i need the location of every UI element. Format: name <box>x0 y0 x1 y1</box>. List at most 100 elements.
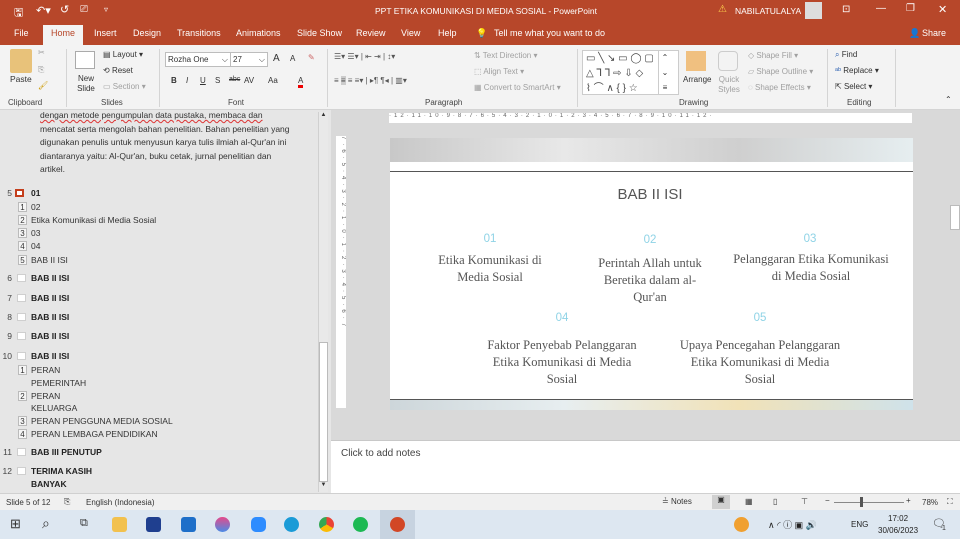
avatar[interactable] <box>805 2 822 19</box>
outline-bullet[interactable]: BAB II ISI <box>31 255 68 265</box>
alignment-icons[interactable]: ≡ ≡ ≡ ≡▾ | ▸¶ ¶◂ | ▥▾ <box>334 76 407 85</box>
outline-slide-title[interactable]: BAB II ISI <box>31 312 69 322</box>
character-spacing-button[interactable]: AV <box>244 76 254 85</box>
slideshow-icon[interactable]: ⊤ <box>801 497 808 506</box>
scroll-thumb[interactable] <box>319 342 328 482</box>
find-button[interactable]: ⌕ Find <box>835 50 857 60</box>
share-button[interactable]: Share <box>922 28 946 38</box>
paste-icon[interactable] <box>10 49 32 73</box>
shadow-button[interactable]: S <box>215 76 220 85</box>
outline-slide-title[interactable]: BAB II ISI <box>31 293 69 303</box>
reset-button[interactable]: ⟲ Reset <box>103 66 133 75</box>
shape-effects-button[interactable]: ◌ Shape Effects ▾ <box>748 83 811 92</box>
quick-styles-icon[interactable] <box>718 51 738 71</box>
windows-start-icon[interactable]: ⊞ <box>10 516 21 532</box>
normal-view-icon[interactable]: ▣ <box>712 495 730 509</box>
outline-bullet[interactable]: 04 <box>31 241 40 251</box>
language-status[interactable]: English (Indonesia) <box>86 498 154 507</box>
outline-slide-title[interactable]: BAB II ISI <box>31 331 69 341</box>
input-language[interactable]: ENG <box>851 520 868 529</box>
outline-paragraph[interactable]: dengan metode pengumpulan data pustaka, … <box>40 110 290 177</box>
italic-button[interactable]: I <box>186 76 188 85</box>
start-from-beginning-icon[interactable]: ⎚ <box>80 4 88 15</box>
scroll-up-icon[interactable]: ▲ <box>319 112 328 122</box>
slide-thumb-6[interactable] <box>17 274 26 282</box>
store-icon[interactable] <box>146 517 161 532</box>
text-direction-button[interactable]: ⇅ Text Direction ▾ <box>474 51 538 60</box>
zoom-in-button[interactable]: + <box>906 496 911 505</box>
paint-app-icon[interactable] <box>215 517 230 532</box>
edge-icon[interactable] <box>284 517 299 532</box>
restore-button[interactable]: ❐ <box>906 3 915 14</box>
slide-thumb-8[interactable] <box>17 313 26 321</box>
layout-button[interactable]: ▤ Layout ▾ <box>103 50 143 59</box>
zoom-level[interactable]: 78% <box>922 498 938 507</box>
shapes-scroll[interactable]: ⌃ ⌄ ≡ <box>658 50 671 95</box>
font-name-select[interactable]: Rozha One ⌵ <box>165 52 231 67</box>
shape-fill-button[interactable]: ◇ Shape Fill ▾ <box>748 51 798 60</box>
quick-styles-button[interactable]: Quick Styles <box>715 75 743 95</box>
outline-bullet[interactable]: PERAN <box>31 365 60 375</box>
zoom-slider-thumb[interactable] <box>860 497 863 507</box>
item-text[interactable]: Upaya Pencegahan Pelanggaran Etika Komun… <box>676 337 844 388</box>
notes-placeholder[interactable]: Click to add notes <box>341 448 421 459</box>
outline-slide-title[interactable]: TERIMA KASIH <box>31 466 92 476</box>
scroll-down-icon[interactable]: ▼ <box>319 482 328 492</box>
fit-slide-icon[interactable]: ⛶ <box>947 497 953 507</box>
task-view-icon[interactable]: ⧉ <box>80 517 88 530</box>
share-icon[interactable]: 👤 <box>909 28 920 39</box>
outline-bullet[interactable]: Etika Komunikasi di Media Sosial <box>31 215 156 225</box>
notes-button[interactable]: ≟ Notes <box>662 497 692 506</box>
outline-bullet-cont[interactable]: KELUARGA <box>31 403 77 413</box>
tab-view[interactable]: View <box>401 28 420 38</box>
shrink-font-button[interactable]: A <box>290 54 295 63</box>
outline-scrollbar[interactable]: ▲ ▼ <box>318 112 328 492</box>
slide-thumb-11[interactable] <box>17 448 26 456</box>
spotify-icon[interactable] <box>353 517 368 532</box>
warning-icon[interactable]: ⚠ <box>718 4 727 15</box>
tab-help[interactable]: Help <box>438 28 457 38</box>
slide-sorter-icon[interactable]: ▦ <box>745 497 753 506</box>
slide-thumb-12[interactable] <box>17 467 26 475</box>
item-text[interactable]: Faktor Penyebab Pelanggaran Etika Komuni… <box>478 337 646 388</box>
outline-bullet[interactable]: 03 <box>31 228 40 238</box>
slide-title[interactable]: BAB II ISI <box>550 186 750 203</box>
zoom-slider[interactable] <box>834 502 904 503</box>
outline-slide-title-cont[interactable]: BANYAK <box>31 479 67 489</box>
close-button[interactable]: ✕ <box>938 3 947 16</box>
slide-thumb-7[interactable] <box>17 294 26 302</box>
outline-slide-title[interactable]: BAB III PENUTUP <box>31 447 102 457</box>
weather-icon[interactable] <box>734 517 749 532</box>
convert-smartart-button[interactable]: ▦ Convert to SmartArt ▾ <box>474 83 561 92</box>
undo-icon[interactable]: ↶▾ <box>36 4 51 17</box>
grow-font-button[interactable]: A <box>273 53 280 64</box>
shape-outline-button[interactable]: ▱ Shape Outline ▾ <box>748 67 813 76</box>
new-slide-button[interactable]: New Slide <box>74 74 98 94</box>
search-icon[interactable]: ⌕ <box>42 515 50 532</box>
section-button[interactable]: ▭ Section ▾ <box>103 82 146 91</box>
outline-bullet[interactable]: PERAN <box>31 391 60 401</box>
minimize-button[interactable]: — <box>876 3 886 14</box>
ribbon-display-icon[interactable]: ⊡ <box>842 4 850 15</box>
arrange-button[interactable]: Arrange <box>683 75 711 84</box>
file-explorer-icon[interactable] <box>112 517 127 532</box>
font-size-select[interactable]: 27 ⌵ <box>230 52 268 67</box>
outline-slide-title[interactable]: BAB II ISI <box>31 273 69 283</box>
slide-thumb-10[interactable] <box>17 352 26 360</box>
powerpoint-icon[interactable] <box>390 517 405 532</box>
font-color-button[interactable]: A <box>298 76 304 88</box>
zoom-app-icon[interactable] <box>251 517 266 532</box>
mail-icon[interactable] <box>181 517 196 532</box>
outline-bullet[interactable]: PERAN LEMBAGA PENDIDIKAN <box>31 429 158 439</box>
cut-icon[interactable]: ✂ <box>38 48 45 57</box>
reading-view-icon[interactable]: ▯ <box>773 497 777 506</box>
arrange-icon[interactable] <box>686 51 706 71</box>
outline-slide-title[interactable]: BAB II ISI <box>31 351 69 361</box>
user-name[interactable]: NABILATULALYA <box>735 6 801 16</box>
item-text[interactable]: Pelanggaran Etika Komunikasi di Media So… <box>728 251 894 285</box>
customize-toolbar-icon[interactable]: ▿ <box>104 5 108 14</box>
tab-design[interactable]: Design <box>133 28 161 38</box>
clock-date[interactable]: 30/06/2023 <box>878 526 918 535</box>
bold-button[interactable]: B <box>171 76 177 85</box>
outline-bullet[interactable]: PERAN PENGGUNA MEDIA SOSIAL <box>31 416 173 426</box>
